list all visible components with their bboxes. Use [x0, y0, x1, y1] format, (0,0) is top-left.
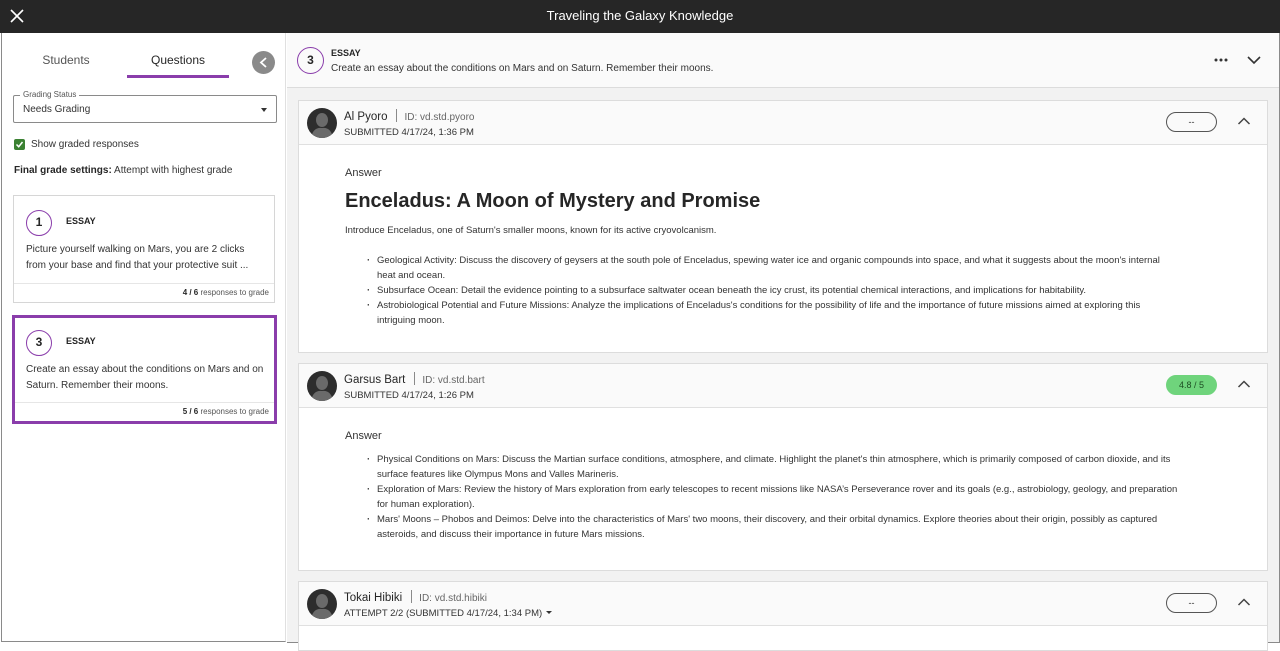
separator [411, 590, 413, 603]
chevron-left-icon [259, 57, 267, 68]
student-name-row: Al Pyoro ID: vd.std.pyoro [344, 109, 475, 123]
response-body: Answer Physical Conditions on Mars: Disc… [299, 408, 1267, 570]
essay-bullet: Astrobiological Potential and Future Mis… [367, 298, 1171, 328]
question-text: Create an essay about the conditions on … [26, 364, 264, 391]
separator [414, 372, 416, 385]
responses-count: 5 / 6 [182, 407, 199, 416]
student-name: Al Pyoro [344, 111, 388, 123]
question-number: 3 [26, 330, 52, 356]
response-header: Tokai Hibiki ID: vd.std.hibiki ATTEMPT 2/… [299, 582, 1267, 626]
sidebar: Students Questions Grading Status Needs … [1, 33, 286, 642]
essay-bullets: Geological Activity: Discuss the discove… [367, 253, 1171, 328]
student-id: ID: vd.std.hibiki [419, 593, 487, 604]
window-title: Traveling the Galaxy Knowledge [546, 8, 734, 23]
essay-bullets: Physical Conditions on Mars: Discuss the… [367, 452, 1191, 542]
question-header: 3 ESSAY Create an essay about the condit… [287, 33, 1279, 88]
attempt-label: ATTEMPT 2/2 (SUBMITTED 4/17/24, 1:34 PM) [344, 608, 543, 619]
chevron-up-icon[interactable] [1237, 116, 1251, 126]
answer-label: Answer [345, 167, 382, 179]
question-number: 3 [297, 47, 324, 74]
caret-down-icon [261, 108, 267, 112]
chevron-down-icon[interactable] [1246, 53, 1262, 67]
show-graded-checkbox-row[interactable]: Show graded responses [14, 139, 139, 150]
separator [396, 109, 398, 122]
question-type: ESSAY [66, 216, 96, 226]
essay-bullet: Geological Activity: Discuss the discove… [367, 253, 1171, 283]
student-name: Tokai Hibiki [344, 592, 403, 604]
student-name-row: Tokai Hibiki ID: vd.std.hibiki [344, 590, 487, 604]
student-id: ID: vd.std.bart [422, 375, 485, 386]
essay-bullet: Exploration of Mars: Review the history … [367, 482, 1191, 512]
avatar [307, 589, 337, 619]
essay-bullet: Physical Conditions on Mars: Discuss the… [367, 452, 1191, 482]
student-name-row: Garsus Bart ID: vd.std.bart [344, 372, 485, 386]
main-panel: 3 ESSAY Create an essay about the condit… [287, 33, 1280, 651]
question-card-footer: 5 / 6 responses to grade [15, 402, 274, 421]
checkmark-icon [15, 141, 24, 148]
question-text: Create an essay about the conditions on … [331, 63, 714, 74]
response-body: Answer Enceladus: A Moon of Mystery and … [299, 145, 1267, 352]
show-graded-checkbox[interactable] [14, 139, 25, 150]
grade-pill[interactable]: 4.8 / 5 [1166, 375, 1217, 395]
question-text: Picture yourself walking on Mars, you ar… [26, 244, 249, 271]
sidebar-tabs: Students Questions [2, 33, 287, 79]
student-id: ID: vd.std.pyoro [404, 112, 475, 123]
question-card-footer: 4 / 6 responses to grade [14, 283, 274, 302]
response-card: Garsus Bart ID: vd.std.bart SUBMITTED 4/1… [298, 363, 1268, 571]
grading-status-select[interactable]: Grading Status Needs Grading [13, 90, 277, 123]
response-header: Garsus Bart ID: vd.std.bart SUBMITTED 4/1… [299, 364, 1267, 408]
student-name: Garsus Bart [344, 374, 406, 386]
active-tab-indicator [127, 75, 229, 78]
avatar [307, 108, 337, 138]
grade-input[interactable]: -- [1166, 112, 1217, 132]
chevron-up-icon[interactable] [1237, 379, 1251, 389]
response-card: Tokai Hibiki ID: vd.std.hibiki ATTEMPT 2/… [298, 581, 1268, 651]
grading-status-value: Needs Grading [23, 104, 91, 115]
user-silhouette-icon [311, 376, 333, 401]
question-card-selected[interactable]: 3 ESSAY Create an essay about the condit… [12, 315, 277, 424]
collapse-sidebar-button[interactable] [252, 51, 275, 74]
show-graded-label: Show graded responses [31, 139, 139, 150]
final-grade-settings: Final grade settings: Attempt with highe… [14, 165, 232, 176]
response-header: Al Pyoro ID: vd.std.pyoro SUBMITTED 4/17/… [299, 101, 1267, 145]
essay-title: Enceladus: A Moon of Mystery and Promise [345, 190, 761, 212]
final-grade-value: Attempt with highest grade [114, 165, 233, 176]
tab-students[interactable]: Students [38, 53, 94, 67]
submission-time: SUBMITTED 4/17/24, 1:26 PM [344, 390, 474, 401]
final-grade-label: Final grade settings: [14, 165, 112, 176]
chevron-up-icon[interactable] [1237, 597, 1251, 607]
user-silhouette-icon [311, 594, 333, 619]
grading-status-legend: Grading Status [20, 90, 80, 99]
responses-count: 4 / 6 [182, 288, 199, 297]
question-type: ESSAY [331, 48, 361, 58]
user-silhouette-icon [311, 113, 333, 138]
question-type: ESSAY [66, 336, 96, 346]
responses-suffix: responses to grade [200, 288, 270, 297]
attempt-selector[interactable]: ATTEMPT 2/2 (SUBMITTED 4/17/24, 1:34 PM) [344, 608, 553, 619]
grade-input[interactable]: -- [1166, 593, 1217, 613]
avatar [307, 371, 337, 401]
more-options-icon[interactable] [1212, 53, 1230, 67]
tab-questions[interactable]: Questions [127, 53, 229, 78]
question-card[interactable]: 1 ESSAY Picture yourself walking on Mars… [13, 195, 275, 303]
tab-questions-label: Questions [150, 53, 206, 67]
title-bar: Traveling the Galaxy Knowledge [0, 0, 1280, 33]
essay-bullet: Subsurface Ocean: Detail the evidence po… [367, 283, 1171, 298]
responses-suffix: responses to grade [200, 407, 270, 416]
answer-label: Answer [345, 430, 382, 442]
response-card: Al Pyoro ID: vd.std.pyoro SUBMITTED 4/17/… [298, 100, 1268, 353]
caret-down-icon [546, 611, 553, 614]
question-number: 1 [26, 210, 52, 236]
essay-bullet: Mars' Moons – Phobos and Deimos: Delve i… [367, 512, 1191, 542]
submission-time: SUBMITTED 4/17/24, 1:36 PM [344, 127, 474, 138]
essay-intro: Introduce Enceladus, one of Saturn's sma… [345, 225, 717, 236]
